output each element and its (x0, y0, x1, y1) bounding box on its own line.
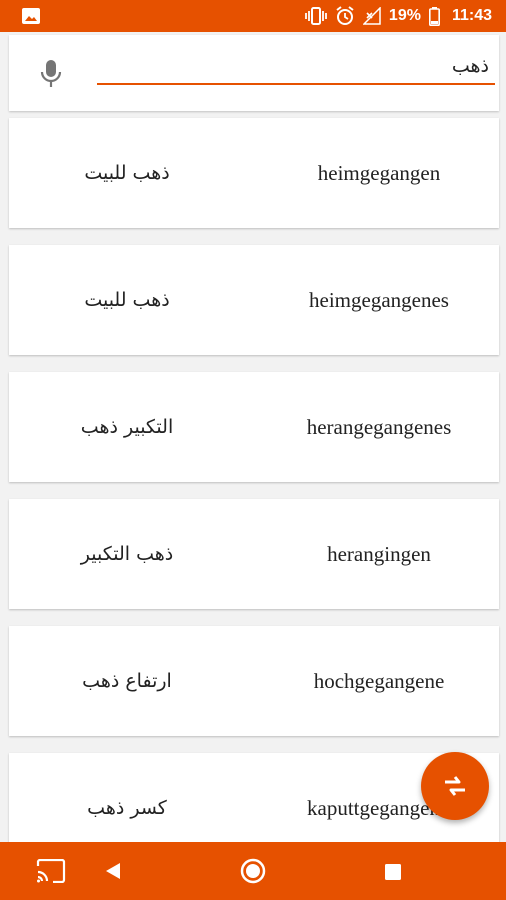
home-icon[interactable] (240, 858, 266, 884)
german-word: herangegangenes (306, 414, 452, 439)
arabic-translation: ارتفاع ذهب (82, 670, 172, 692)
clock: 11:43 (451, 7, 492, 24)
list-item[interactable]: التكبير ذهب herangegangenes (9, 372, 499, 482)
list-item[interactable]: ارتفاع ذهب hochgegangene (9, 626, 499, 736)
german-word: heimgegangenes (309, 287, 449, 312)
arabic-translation: ذهب للبيت (84, 289, 170, 311)
search-input[interactable] (97, 49, 495, 85)
arabic-translation: ذهب للبيت (84, 162, 170, 184)
alarm-icon (335, 6, 355, 26)
vibrate-icon (305, 7, 327, 25)
german-word: hochgegangene (313, 668, 445, 693)
back-icon[interactable] (104, 862, 122, 880)
list-item[interactable]: ذهب للبيت heimgegangen (9, 118, 499, 228)
list-item[interactable]: ذهب للبيت heimgegangenes (9, 245, 499, 355)
swap-language-icon (442, 774, 468, 798)
navigation-bar (0, 842, 506, 900)
search-card (9, 35, 499, 111)
recents-icon[interactable] (385, 864, 401, 880)
results-list: ذهب للبيت heimgegangen ذهب للبيت heimgeg… (9, 118, 499, 880)
image-icon (22, 8, 40, 24)
status-bar: 19% 11:43 (0, 0, 506, 32)
arabic-translation: التكبير ذهب (80, 416, 174, 438)
battery-percent: 19% (388, 7, 421, 24)
cast-icon[interactable] (36, 859, 66, 883)
no-signal-icon (362, 7, 381, 25)
arabic-translation: ذهب التكبير (80, 543, 174, 565)
battery-icon (428, 6, 440, 26)
swap-language-button[interactable] (421, 752, 489, 820)
microphone-icon[interactable] (39, 59, 63, 89)
german-word: heimgegangen (317, 160, 441, 185)
list-item[interactable]: ذهب التكبير herangingen (9, 499, 499, 609)
german-word: herangingen (327, 541, 431, 566)
